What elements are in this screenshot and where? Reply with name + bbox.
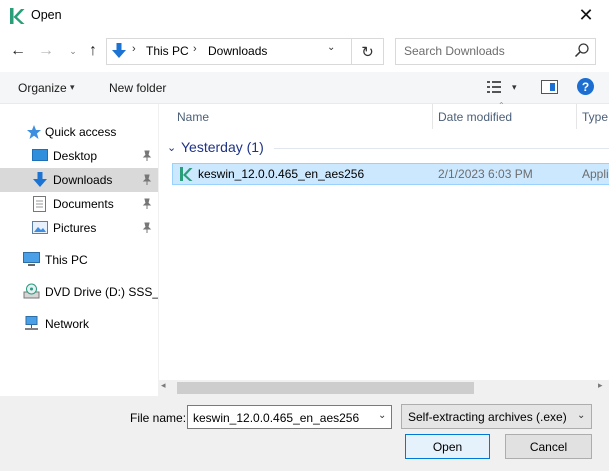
address-separator[interactable]: › bbox=[132, 43, 136, 55]
file-name-dropdown-icon[interactable]: ⌄ bbox=[378, 410, 386, 421]
pin-icon[interactable] bbox=[141, 198, 153, 210]
file-type-dropdown-icon[interactable]: ⌄ bbox=[577, 410, 585, 421]
documents-icon bbox=[33, 196, 46, 212]
star-icon bbox=[27, 125, 41, 139]
file-name-cell[interactable]: keswin_12.0.0.465_en_aes256 bbox=[198, 167, 364, 181]
close-button[interactable]: ✕ bbox=[571, 3, 601, 28]
sidebar-item-label: Desktop bbox=[53, 149, 98, 163]
file-type-cell: Appli bbox=[582, 167, 609, 181]
preview-pane-icon[interactable] bbox=[541, 80, 558, 94]
column-separator[interactable] bbox=[432, 104, 433, 129]
group-collapse-chevron-icon[interactable]: ⌄ bbox=[167, 141, 176, 154]
back-button[interactable]: ← bbox=[9, 40, 27, 62]
dvd-drive-icon bbox=[23, 283, 40, 299]
sidebar-item-desktop[interactable]: Desktop bbox=[0, 144, 158, 168]
address-segment-downloads[interactable]: Downloads bbox=[208, 44, 267, 58]
address-separator[interactable]: › bbox=[193, 43, 197, 55]
kaspersky-k-icon bbox=[180, 167, 193, 181]
open-button[interactable]: Open bbox=[405, 434, 490, 459]
pin-icon[interactable] bbox=[141, 150, 153, 162]
file-date-cell: 2/1/2023 6:03 PM bbox=[438, 167, 533, 181]
column-header-type[interactable]: Type bbox=[582, 110, 608, 124]
kaspersky-k-icon bbox=[10, 8, 25, 24]
column-separator[interactable] bbox=[576, 104, 577, 129]
sidebar-item-label: DVD Drive (D:) SSS_X6 bbox=[45, 285, 158, 299]
downloads-arrow-icon bbox=[33, 172, 47, 187]
search-placeholder[interactable]: Search Downloads bbox=[404, 44, 505, 58]
sidebar-item-pictures[interactable]: Pictures bbox=[0, 216, 158, 240]
sidebar-item-quick-access[interactable]: Quick access bbox=[0, 120, 158, 144]
organize-button[interactable]: Organize bbox=[18, 81, 67, 95]
group-divider bbox=[274, 148, 609, 149]
scroll-left-arrow-icon[interactable]: ◂ bbox=[161, 380, 166, 391]
up-button[interactable]: ↑ bbox=[84, 40, 102, 62]
column-header-name[interactable]: Name bbox=[177, 110, 209, 124]
desktop-icon bbox=[32, 149, 48, 161]
sidebar-item-network[interactable]: Network bbox=[0, 312, 158, 336]
pane-divider[interactable] bbox=[158, 104, 159, 396]
view-options-caret-icon[interactable]: ▾ bbox=[512, 82, 517, 93]
help-button[interactable]: ? bbox=[577, 78, 594, 95]
file-type-value[interactable]: Self-extracting archives (.exe) bbox=[408, 410, 567, 424]
pin-icon[interactable] bbox=[141, 174, 153, 186]
sidebar-item-this-pc[interactable]: This PC bbox=[0, 248, 158, 272]
network-icon bbox=[25, 316, 38, 330]
details-view-icon[interactable] bbox=[486, 79, 502, 95]
address-segment-this-pc[interactable]: This PC bbox=[146, 44, 189, 58]
scroll-right-arrow-icon[interactable]: ▸ bbox=[598, 380, 603, 391]
sidebar-item-label: This PC bbox=[45, 253, 88, 267]
column-header-date-modified[interactable]: Date modified bbox=[438, 110, 512, 124]
refresh-button[interactable]: ↻ bbox=[352, 38, 384, 65]
navigation-pane: Quick access Desktop Downloads Documents… bbox=[0, 104, 158, 396]
new-folder-button[interactable]: New folder bbox=[109, 81, 166, 95]
forward-button[interactable]: → bbox=[37, 40, 55, 62]
sidebar-item-downloads[interactable]: Downloads bbox=[0, 168, 158, 192]
sidebar-item-dvd-drive[interactable]: DVD Drive (D:) SSS_X6 bbox=[0, 280, 158, 304]
sidebar-item-label: Pictures bbox=[53, 221, 97, 235]
window-title: Open bbox=[31, 8, 62, 22]
sidebar-item-documents[interactable]: Documents bbox=[0, 192, 158, 216]
group-header[interactable]: Yesterday (1) bbox=[181, 139, 264, 155]
downloads-arrow-icon bbox=[112, 43, 126, 58]
computer-icon bbox=[23, 252, 40, 266]
address-dropdown-button[interactable]: ⌄ bbox=[327, 42, 335, 53]
pictures-icon bbox=[32, 221, 48, 234]
sidebar-item-label: Network bbox=[45, 317, 90, 331]
sort-indicator-icon: ⌃ bbox=[498, 101, 505, 110]
command-bar bbox=[0, 72, 609, 104]
organize-caret-icon[interactable]: ▾ bbox=[70, 82, 75, 93]
recent-locations-button[interactable]: ⌄ bbox=[64, 40, 82, 62]
sidebar-item-label: Quick access bbox=[45, 125, 117, 139]
file-name-value[interactable]: keswin_12.0.0.465_en_aes256 bbox=[193, 411, 359, 425]
search-icon[interactable] bbox=[574, 42, 590, 58]
file-name-label: File name: bbox=[130, 411, 187, 425]
cancel-button[interactable]: Cancel bbox=[505, 434, 592, 459]
sidebar-item-label: Downloads bbox=[53, 173, 113, 187]
pin-icon[interactable] bbox=[141, 222, 153, 234]
sidebar-item-label: Documents bbox=[53, 197, 114, 211]
scrollbar-thumb[interactable] bbox=[177, 382, 474, 394]
title-bar bbox=[0, 0, 609, 31]
